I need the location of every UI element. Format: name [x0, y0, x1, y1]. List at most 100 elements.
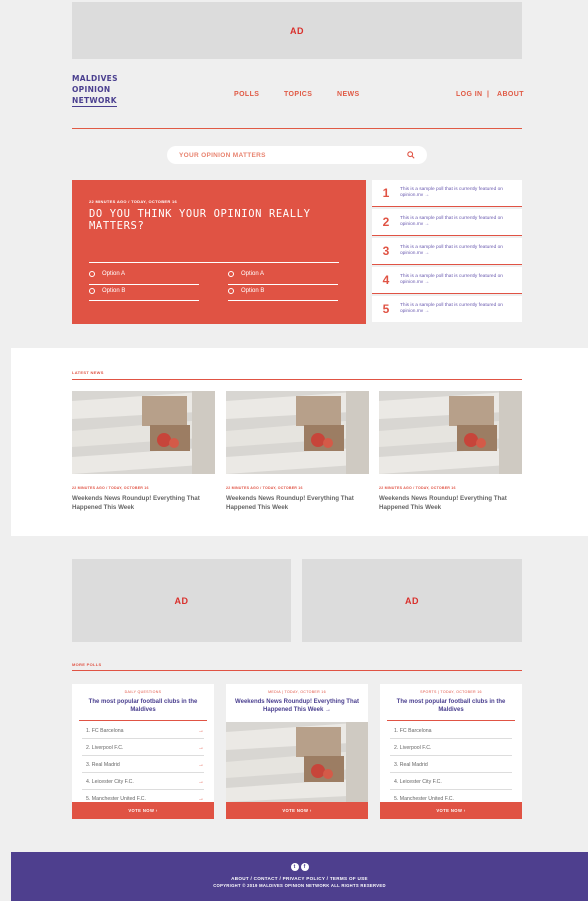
vote-now-button[interactable]: VOTE NOW ›	[72, 802, 214, 819]
search-bar[interactable]: YOUR OPINION MATTERS	[167, 146, 427, 164]
logo-line-1: MALDIVES	[72, 74, 118, 83]
arrow-right-icon: →	[198, 727, 204, 734]
featured-poll-item[interactable]: 3 This is a sample poll that is currently…	[372, 238, 522, 265]
section-divider	[72, 670, 522, 671]
poll-number: 4	[382, 273, 390, 287]
card-divider	[79, 720, 207, 721]
search-input[interactable]: YOUR OPINION MATTERS	[179, 152, 407, 159]
ad-label: AD	[174, 595, 189, 606]
card-divider	[387, 720, 515, 721]
news-image[interactable]	[72, 391, 215, 474]
news-meta: 22 MINUTES AGO / TODAY, OCTOBER 16	[379, 486, 456, 490]
poll-card: MEDIA | TODAY, OCTOBER 16 Weekends News …	[226, 684, 368, 819]
ad-label: AD	[405, 595, 419, 606]
header-divider	[72, 128, 522, 129]
poll-option[interactable]: Option B	[228, 288, 264, 294]
poll-number: 5	[382, 302, 390, 316]
item-divider	[372, 206, 522, 207]
section-divider	[72, 379, 522, 380]
row-label: 1. FC Barcelona	[86, 727, 124, 734]
nav-news[interactable]: NEWS	[337, 91, 360, 98]
poll-row[interactable]: 1. FC Barcelona	[390, 723, 512, 739]
option-label: Option A	[102, 271, 126, 277]
card-title[interactable]: The most popular football clubs in the M…	[388, 698, 514, 714]
poll-row[interactable]: 1. FC Barcelona →	[82, 723, 204, 739]
ad-banner-left[interactable]: AD	[72, 559, 291, 642]
poll-text: This is a sample poll that is currently …	[400, 216, 503, 227]
poll-option[interactable]: Option A	[89, 271, 125, 277]
poll-number: 3	[382, 244, 390, 258]
ad-label: AD	[290, 25, 304, 36]
featured-poll-item[interactable]: 1 This is a sample poll that is currently…	[372, 180, 522, 207]
radio-icon[interactable]	[89, 271, 95, 277]
radio-icon[interactable]	[89, 288, 95, 294]
card-tag: DAILY QUESTIONS	[124, 690, 162, 694]
facebook-icon[interactable]: f	[300, 863, 309, 871]
row-label: 2. Liverpool F.C.	[86, 744, 124, 751]
nav-topics[interactable]: TOPICS	[284, 91, 312, 98]
feature-meta: 22 MINUTES AGO / TODAY, OCTOBER 16	[89, 199, 177, 204]
card-title[interactable]: Weekends News Roundup! Everything That H…	[234, 698, 360, 714]
poll-row[interactable]: 2. Liverpool F.C. →	[82, 740, 204, 756]
radio-icon[interactable]	[228, 271, 234, 277]
search-icon[interactable]	[407, 146, 415, 164]
option-underline	[89, 300, 199, 301]
logo-line-2: OPINION	[72, 85, 111, 94]
news-title[interactable]: Weekends News Roundup! Everything That H…	[379, 494, 519, 512]
arrow-right-icon: →	[198, 744, 204, 751]
item-divider	[372, 293, 522, 294]
featured-poll-item[interactable]: 2 This is a sample poll that is currently…	[372, 209, 522, 236]
card-image[interactable]	[226, 722, 368, 802]
card-tag: MEDIA | TODAY, OCTOBER 16	[268, 690, 326, 694]
item-divider	[372, 235, 522, 236]
poll-option[interactable]: Option A	[228, 271, 264, 277]
news-image[interactable]	[379, 391, 522, 474]
poll-row[interactable]: 3. Real Madrid →	[82, 757, 204, 773]
ad-banner-top[interactable]: AD	[72, 2, 522, 59]
radio-icon[interactable]	[228, 288, 234, 294]
news-title[interactable]: Weekends News Roundup! Everything That H…	[226, 494, 366, 512]
option-label: Option A	[241, 271, 265, 277]
featured-poll-item[interactable]: 4 This is a sample poll that is currently…	[372, 267, 522, 294]
featured-polls-list: 1 This is a sample poll that is currently…	[372, 180, 522, 324]
row-label: 3. Real Madrid	[394, 761, 428, 768]
nav-polls[interactable]: POLLS	[234, 91, 259, 98]
option-underline	[228, 284, 338, 285]
latest-news-section: LATEST NEWS 22 MINUTES AGO / TODAY, OCTO…	[11, 348, 588, 536]
news-meta: 22 MINUTES AGO / TODAY, OCTOBER 16	[72, 486, 149, 490]
poll-number: 2	[382, 215, 390, 229]
news-image[interactable]	[226, 391, 369, 474]
feature-question: DO YOU THINK YOUR OPINION REALLY MATTERS…	[89, 208, 311, 232]
row-label: 3. Real Madrid	[86, 761, 120, 768]
twitter-icon[interactable]: t	[290, 863, 299, 871]
row-label: 1. FC Barcelona	[394, 727, 432, 734]
arrow-right-icon: →	[198, 761, 204, 768]
option-label: Option B	[241, 288, 265, 294]
featured-poll-item[interactable]: 5 This is a sample poll that is currently…	[372, 296, 522, 322]
poll-card: SPORTS | TODAY, OCTOBER 16 The most popu…	[380, 684, 522, 819]
row-label: 4. Leicester City F.C.	[86, 778, 134, 785]
nav-login[interactable]: LOG IN	[456, 91, 483, 98]
poll-text: This is a sample poll that is currently …	[400, 303, 503, 314]
social-icons: t f	[11, 863, 588, 871]
news-meta: 22 MINUTES AGO / TODAY, OCTOBER 16	[226, 486, 303, 490]
footer-links[interactable]: ABOUT / CONTACT / PRIVACY POLICY / TERMS…	[11, 876, 588, 881]
poll-text: This is a sample poll that is currently …	[400, 274, 503, 285]
poll-row[interactable]: 2. Liverpool F.C.	[390, 740, 512, 756]
logo[interactable]: MALDIVES OPINION NETWORK	[72, 73, 132, 107]
poll-row[interactable]: 4. Leicester City F.C. →	[82, 774, 204, 790]
vote-now-button[interactable]: VOTE NOW ›	[226, 802, 368, 819]
poll-row[interactable]: 3. Real Madrid	[390, 757, 512, 773]
ad-banner-right[interactable]: AD	[302, 559, 522, 642]
feature-divider	[89, 262, 339, 263]
poll-row[interactable]: 4. Leicester City F.C.	[390, 774, 512, 790]
nav-about[interactable]: ABOUT	[497, 91, 524, 98]
card-title[interactable]: The most popular football clubs in the M…	[80, 698, 206, 714]
vote-now-button[interactable]: VOTE NOW ›	[380, 802, 522, 819]
row-label: 2. Liverpool F.C.	[394, 744, 432, 751]
option-underline	[228, 300, 338, 301]
news-title[interactable]: Weekends News Roundup! Everything That H…	[72, 494, 212, 512]
poll-option[interactable]: Option B	[89, 288, 125, 294]
poll-card: DAILY QUESTIONS The most popular footbal…	[72, 684, 214, 819]
row-label: 4. Leicester City F.C.	[394, 778, 442, 785]
